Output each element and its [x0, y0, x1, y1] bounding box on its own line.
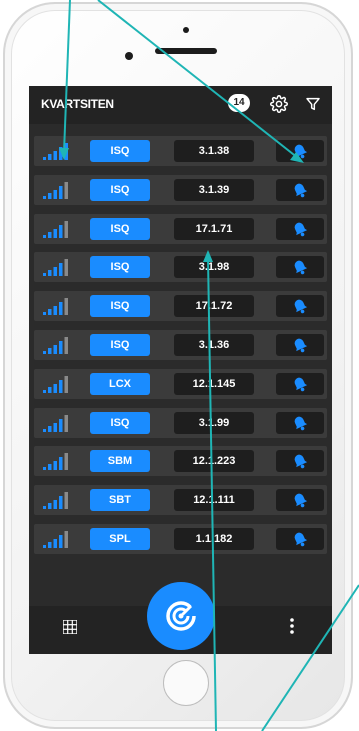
bell-icon	[294, 222, 308, 236]
alarm-button[interactable]	[276, 140, 324, 162]
signal-bars-icon	[43, 259, 68, 277]
device-type-tag[interactable]: LCX	[90, 372, 150, 395]
signal-bars-icon	[43, 492, 68, 510]
bell-icon	[294, 493, 308, 508]
alarm-button[interactable]	[276, 217, 324, 240]
bell-icon	[294, 338, 308, 353]
alarm-button[interactable]	[276, 295, 324, 318]
alarm-button[interactable]	[276, 489, 324, 512]
bell-icon	[294, 532, 308, 547]
device-code: 1.1.182	[174, 528, 254, 550]
bell-icon	[294, 377, 308, 392]
app-screen: KVARTSITEN 14 ISQ 3.1.38 ISQ 3.1.39 ISQ 17.1.…	[29, 86, 332, 654]
list-item[interactable]: ISQ 3.1.98	[34, 252, 327, 283]
gear-icon[interactable]	[270, 95, 288, 113]
device-type-tag[interactable]: ISQ	[90, 140, 150, 162]
alarm-button[interactable]	[276, 334, 324, 356]
device-type-tag[interactable]: SBM	[90, 450, 150, 473]
bell-icon	[294, 299, 308, 314]
list-item[interactable]: ISQ 3.1.36	[34, 330, 327, 360]
list-item[interactable]: ISQ 3.1.99	[34, 407, 327, 438]
front-camera	[125, 52, 133, 60]
device-type-tag[interactable]: ISQ	[90, 334, 150, 356]
notification-badge[interactable]: 14	[228, 94, 250, 112]
device-code: 3.1.38	[174, 140, 254, 162]
alarm-button[interactable]	[276, 178, 324, 201]
device-code: 12.1.145	[174, 372, 254, 395]
filter-icon[interactable]	[305, 96, 321, 112]
device-type-tag[interactable]: ISQ	[90, 178, 150, 201]
list-item[interactable]: ISQ 3.1.38	[34, 136, 327, 166]
device-code: 3.1.39	[174, 178, 254, 201]
alarm-button[interactable]	[276, 528, 324, 550]
bell-icon	[294, 455, 308, 469]
list-item[interactable]: SBM 12.1.223	[34, 446, 327, 477]
alarm-button[interactable]	[276, 411, 324, 434]
bell-icon	[294, 183, 308, 198]
top-app-bar: KVARTSITEN 14	[29, 86, 332, 124]
alarm-button[interactable]	[276, 372, 324, 395]
list-item[interactable]: ISQ 17.1.71	[34, 213, 327, 244]
list-item[interactable]: LCX 12.1.145	[34, 368, 327, 399]
device-code: 3.1.36	[174, 334, 254, 356]
earpiece-speaker	[155, 48, 217, 54]
device-type-tag[interactable]: ISQ	[90, 217, 150, 240]
device-type-tag[interactable]: ISQ	[90, 295, 150, 318]
device-code: 3.1.99	[174, 411, 254, 434]
device-code: 3.1.98	[174, 256, 254, 279]
home-button[interactable]	[163, 660, 209, 706]
signal-bars-icon	[43, 298, 68, 316]
device-type-tag[interactable]: ISQ	[90, 256, 150, 279]
device-type-tag[interactable]: ISQ	[90, 411, 150, 434]
signal-bars-icon	[43, 531, 68, 548]
list-item[interactable]: SBT 12.1.111	[34, 485, 327, 516]
radar-icon	[166, 601, 197, 631]
device-code: 17.1.72	[174, 295, 254, 318]
device-type-tag[interactable]: SPL	[90, 528, 150, 550]
list-item[interactable]: ISQ 17.1.72	[34, 291, 327, 322]
list-item[interactable]: ISQ 3.1.39	[34, 174, 327, 205]
bell-icon	[294, 261, 308, 275]
signal-bars-icon	[43, 181, 68, 199]
list-item[interactable]: SPL 1.1.182	[34, 524, 327, 554]
radar-button[interactable]	[147, 582, 215, 650]
bell-icon	[294, 416, 308, 430]
signal-bars-icon	[43, 220, 68, 238]
signal-bars-icon	[43, 414, 68, 432]
app-title: KVARTSITEN	[41, 97, 114, 111]
alarm-button[interactable]	[276, 256, 324, 279]
bell-icon	[294, 144, 308, 159]
signal-bars-icon	[43, 143, 68, 160]
signal-bars-icon	[43, 453, 68, 471]
more-vertical-icon[interactable]	[289, 617, 295, 635]
device-code: 12.1.223	[174, 450, 254, 473]
signal-bars-icon	[43, 337, 68, 354]
alarm-button[interactable]	[276, 450, 324, 473]
signal-bars-icon	[43, 375, 68, 393]
front-sensor	[183, 27, 189, 33]
device-code: 17.1.71	[174, 217, 254, 240]
device-code: 12.1.111	[174, 489, 254, 512]
device-type-tag[interactable]: SBT	[90, 489, 150, 512]
grid-icon[interactable]	[63, 620, 77, 634]
